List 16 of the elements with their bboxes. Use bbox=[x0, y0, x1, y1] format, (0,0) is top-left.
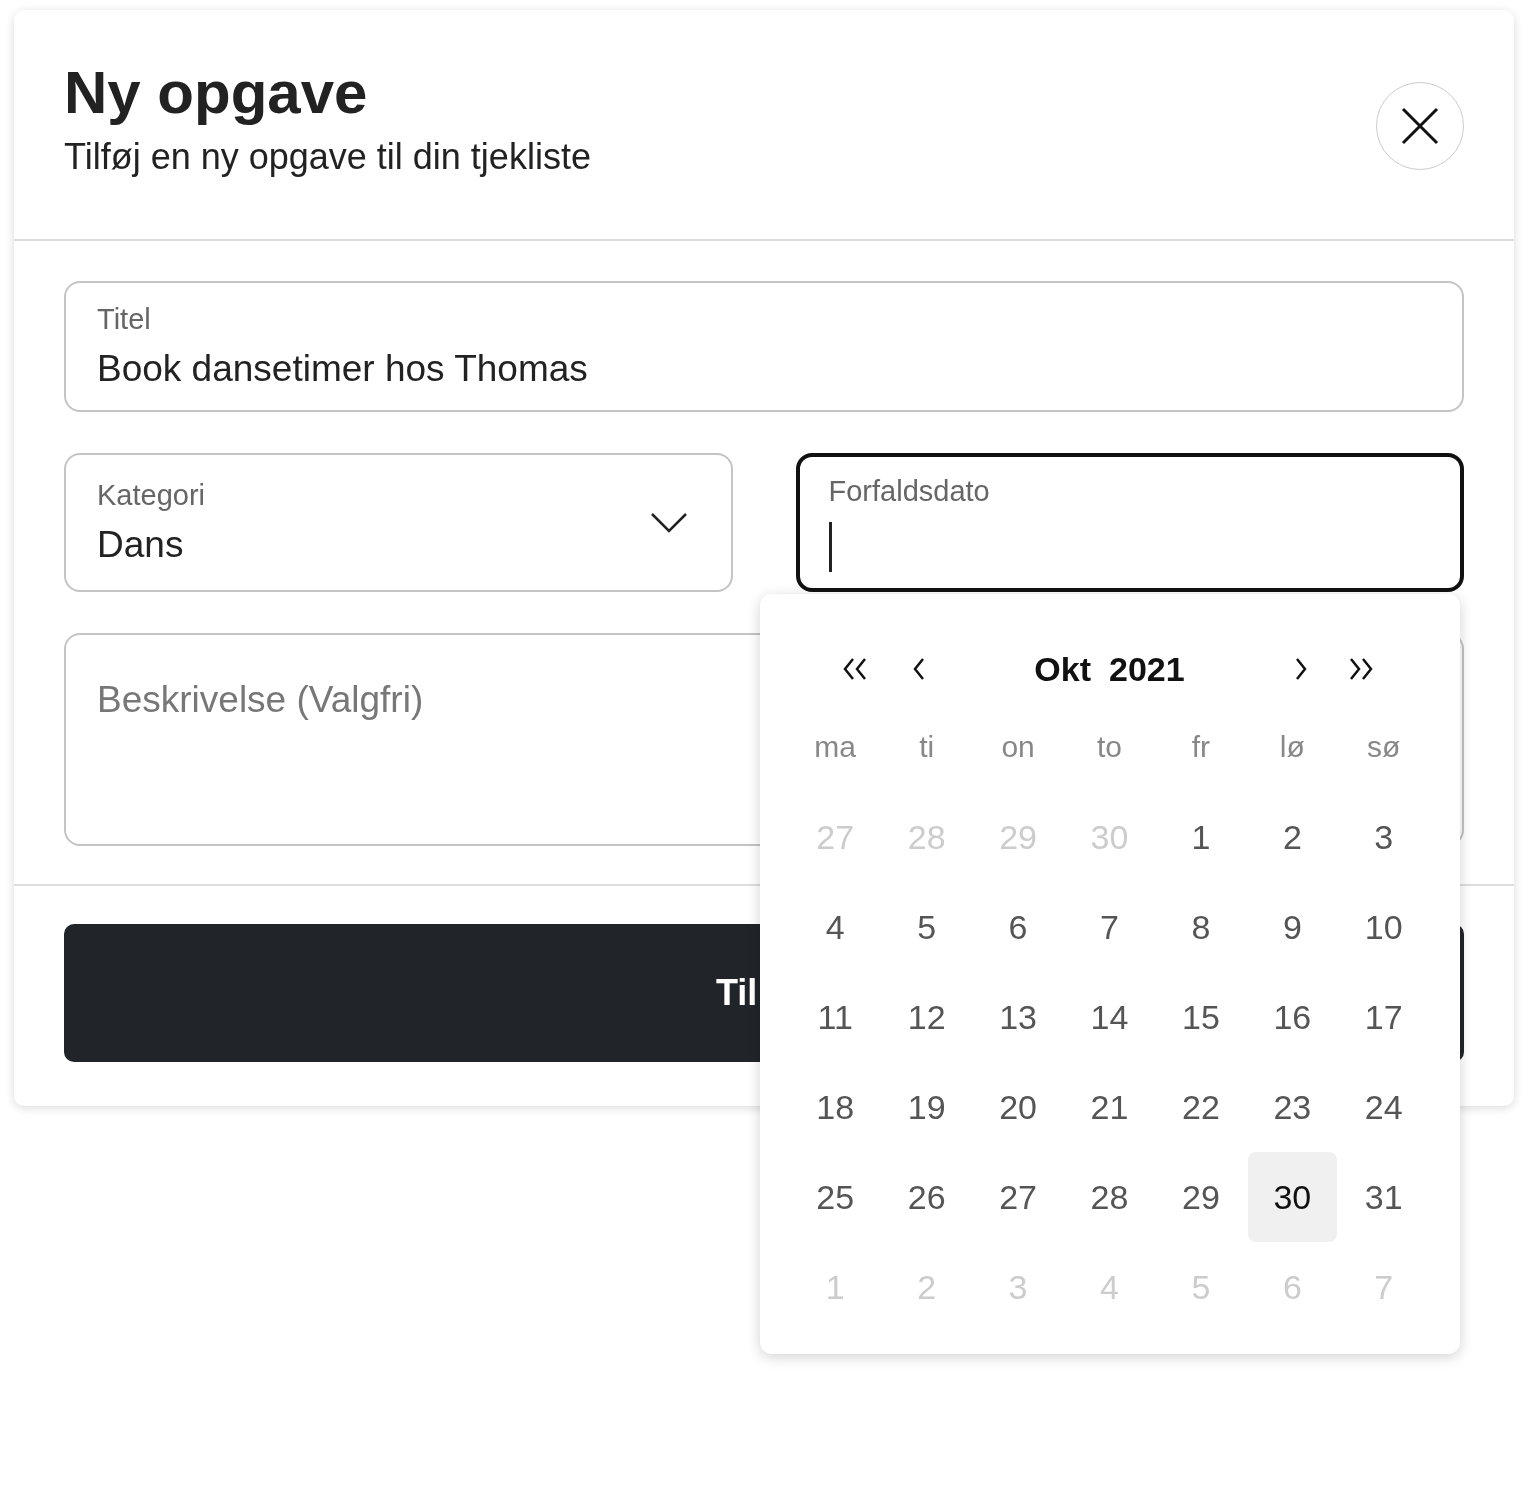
weekday-label: ma bbox=[813, 729, 858, 765]
weekday-label: to bbox=[1095, 729, 1123, 765]
weekday-label: sø bbox=[1366, 729, 1402, 765]
month-label: Okt bbox=[1034, 649, 1091, 689]
field-value: Dans bbox=[97, 524, 185, 566]
field-label: Kategori bbox=[97, 479, 205, 512]
weekday-label: on bbox=[1000, 729, 1036, 765]
field-label: Forfaldsdato bbox=[828, 475, 991, 508]
dialog-title: Ny opgave bbox=[64, 58, 369, 128]
field-value: Book dansetimer hos Thomas bbox=[97, 348, 589, 390]
weekday-label: ti bbox=[918, 729, 936, 765]
year-label: 2021 bbox=[1109, 649, 1185, 689]
weekday-label: fr bbox=[1190, 729, 1212, 765]
field-label: Titel bbox=[97, 303, 152, 336]
dialog-subtitle: Tilføj en ny opgave til din tjekliste bbox=[64, 136, 591, 178]
weekday-label: lø bbox=[1278, 729, 1306, 765]
